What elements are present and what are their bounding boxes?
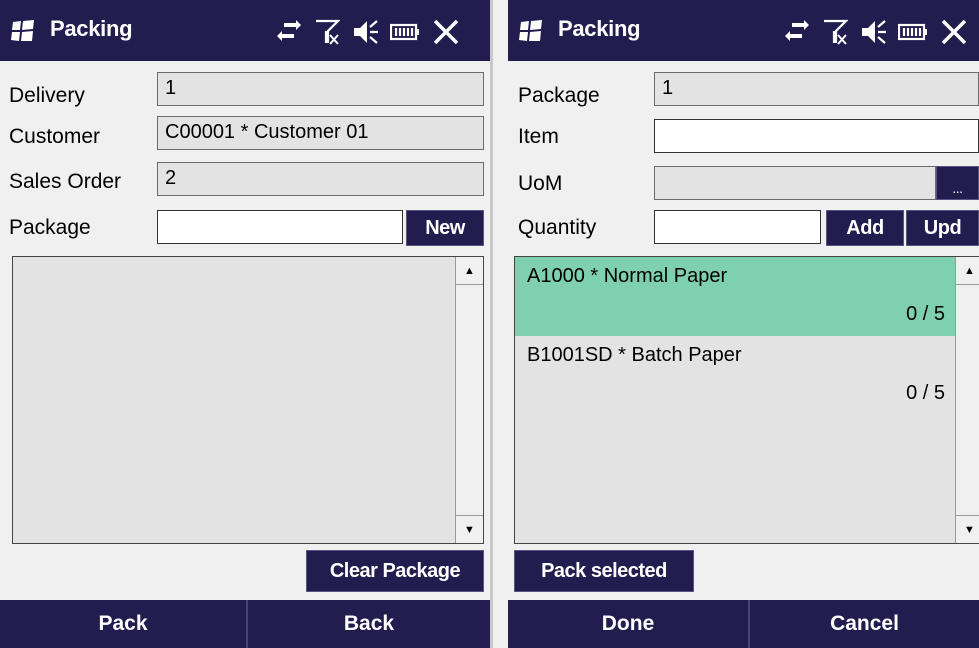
- add-button[interactable]: Add: [826, 210, 904, 246]
- cancel-button[interactable]: Cancel: [750, 600, 979, 648]
- scroll-up-icon[interactable]: ▲: [456, 257, 483, 285]
- package-label: Package: [9, 216, 91, 239]
- item-label: Item: [518, 125, 559, 148]
- status-icons: [276, 18, 460, 46]
- item-quantity: 0 / 5: [906, 303, 945, 325]
- package-input[interactable]: [157, 210, 403, 244]
- item-quantity: 0 / 5: [906, 382, 945, 404]
- screen-separator: [490, 0, 508, 648]
- title-bar: Packing: [508, 0, 979, 61]
- connectivity-icon[interactable]: [784, 19, 810, 45]
- windows-logo-icon[interactable]: [10, 20, 36, 42]
- quantity-input[interactable]: [654, 210, 821, 244]
- item-name: A1000 * Normal Paper: [527, 265, 728, 287]
- new-package-button[interactable]: New: [406, 210, 484, 246]
- list-item[interactable]: B1001SD * Batch Paper 0 / 5: [515, 336, 955, 415]
- uom-browse-button[interactable]: ...: [936, 166, 979, 200]
- bottom-bar: Done Cancel: [508, 600, 979, 648]
- scroll-up-icon[interactable]: ▲: [956, 257, 979, 285]
- packing-screen-left: Packing Delivery 1 Customer C00001 * Cus…: [0, 0, 490, 648]
- scroll-down-icon[interactable]: ▼: [956, 515, 979, 543]
- list-item[interactable]: A1000 * Normal Paper 0 / 5: [515, 257, 955, 336]
- clear-package-button[interactable]: Clear Package: [306, 550, 484, 592]
- battery-icon[interactable]: [390, 19, 420, 45]
- pack-selected-button[interactable]: Pack selected: [514, 550, 694, 592]
- close-icon[interactable]: [432, 18, 460, 46]
- windows-logo-icon[interactable]: [518, 20, 544, 42]
- bottom-bar: Pack Back: [0, 600, 490, 648]
- speaker-mute-icon[interactable]: [352, 19, 378, 45]
- status-icons: [784, 18, 968, 46]
- package-label: Package: [518, 84, 600, 107]
- back-button[interactable]: Back: [248, 600, 490, 648]
- item-input[interactable]: [654, 119, 979, 153]
- signal-off-icon[interactable]: [314, 19, 340, 45]
- uom-field: [654, 166, 936, 200]
- update-button[interactable]: Upd: [906, 210, 979, 246]
- app-title: Packing: [50, 16, 133, 41]
- uom-label: UoM: [518, 172, 563, 195]
- sales-order-field: 2: [157, 162, 484, 196]
- quantity-label: Quantity: [518, 216, 597, 239]
- app-title: Packing: [558, 16, 641, 41]
- pack-button[interactable]: Pack: [0, 600, 246, 648]
- speaker-mute-icon[interactable]: [860, 19, 886, 45]
- item-list-scrollbar[interactable]: ▲ ▼: [955, 257, 979, 543]
- delivery-label: Delivery: [9, 84, 85, 107]
- item-list[interactable]: A1000 * Normal Paper 0 / 5 B1001SD * Bat…: [514, 256, 979, 544]
- connectivity-icon[interactable]: [276, 19, 302, 45]
- package-list[interactable]: ▲ ▼: [12, 256, 484, 544]
- package-field: 1: [654, 72, 979, 106]
- done-button[interactable]: Done: [508, 600, 748, 648]
- item-name: B1001SD * Batch Paper: [527, 344, 742, 366]
- close-icon[interactable]: [940, 18, 968, 46]
- customer-label: Customer: [9, 125, 101, 148]
- sales-order-label: Sales Order: [9, 170, 122, 193]
- packing-screen-right: Packing Package 1 Item UoM ... Quantity …: [508, 0, 979, 648]
- signal-off-icon[interactable]: [822, 19, 848, 45]
- package-list-scrollbar[interactable]: ▲ ▼: [455, 257, 483, 543]
- battery-icon[interactable]: [898, 19, 928, 45]
- delivery-field: 1: [157, 72, 484, 106]
- title-bar: Packing: [0, 0, 490, 61]
- customer-field: C00001 * Customer 01: [157, 116, 484, 150]
- scroll-down-icon[interactable]: ▼: [456, 515, 483, 543]
